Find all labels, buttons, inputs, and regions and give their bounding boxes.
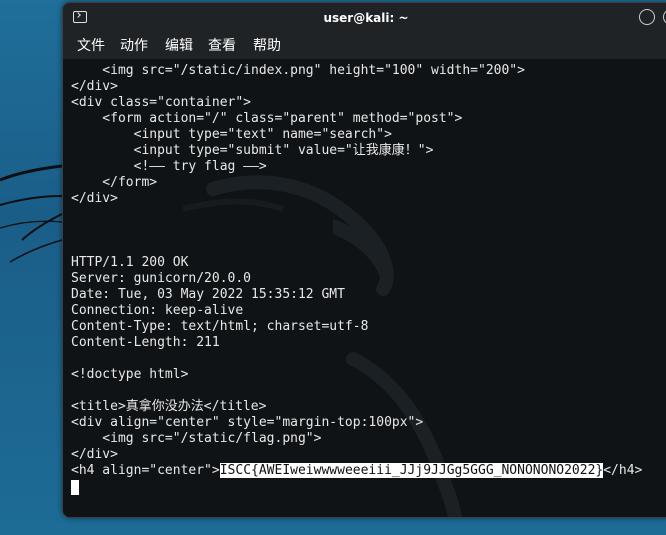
menu-item-action[interactable]: 动作 (120, 37, 148, 55)
terminal-line-flag: <h4 align="center">ISCC{AWEIweiwwwweeeii… (71, 463, 642, 479)
terminal-window: user@kali: ~ 文件 动作 编辑 查看 帮助 <img src="/s… (62, 2, 666, 518)
menu-bar: 文件 动作 编辑 查看 帮助 (63, 33, 666, 59)
flag-line-suffix: </h4> (603, 463, 643, 478)
terminal-line: </form> (71, 175, 158, 190)
menu-item-edit[interactable]: 编辑 (165, 37, 193, 55)
terminal-line: Connection: keep-alive (71, 303, 244, 318)
terminal-cursor (71, 480, 79, 495)
terminal-line: <div align="center" style="margin-top:10… (71, 415, 424, 430)
selected-flag-text[interactable]: ISCC{AWEIweiwwwweeeiii_JJj9JJGg5GGG_NONO… (219, 463, 604, 478)
menu-item-help[interactable]: 帮助 (253, 37, 281, 55)
terminal-line: <img src="/static/flag.png"> (71, 431, 322, 446)
terminal-line: </div> (71, 191, 118, 206)
terminal-line: </div> (71, 447, 118, 462)
terminal-line: <input type="submit" value="让我康康！"> (71, 143, 434, 158)
terminal-line: HTTP/1.1 200 OK (71, 255, 189, 270)
terminal-line: Date: Tue, 03 May 2022 15:35:12 GMT (71, 287, 345, 302)
terminal-line: <form action="/" class="parent" method="… (71, 111, 463, 126)
minimize-icon[interactable] (639, 9, 655, 25)
title-bar[interactable]: user@kali: ~ (63, 3, 666, 33)
terminal-line: Server: gunicorn/20.0.0 (71, 271, 252, 286)
terminal-line: <!—— try flag ——> (71, 159, 267, 174)
terminal-line: <img src="/static/index.png" height="100… (71, 63, 525, 78)
window-title: user@kali: ~ (323, 11, 409, 25)
menu-item-file[interactable]: 文件 (77, 37, 105, 55)
terminal-line: <input type="text" name="search"> (71, 127, 392, 142)
menu-item-view[interactable]: 查看 (208, 37, 236, 55)
terminal-line: <!doctype html> (71, 367, 189, 382)
terminal-output[interactable]: <img src="/static/index.png" height="100… (63, 59, 666, 517)
terminal-line: </div> (71, 79, 118, 94)
flag-line-prefix: <h4 align="center"> (71, 463, 220, 478)
terminal-line: Content-Type: text/html; charset=utf-8 (71, 319, 369, 334)
terminal-line: Content-Length: 211 (71, 335, 220, 350)
terminal-line: <title>真拿你没办法</title> (71, 399, 267, 414)
terminal-line: <div class="container"> (71, 95, 252, 110)
